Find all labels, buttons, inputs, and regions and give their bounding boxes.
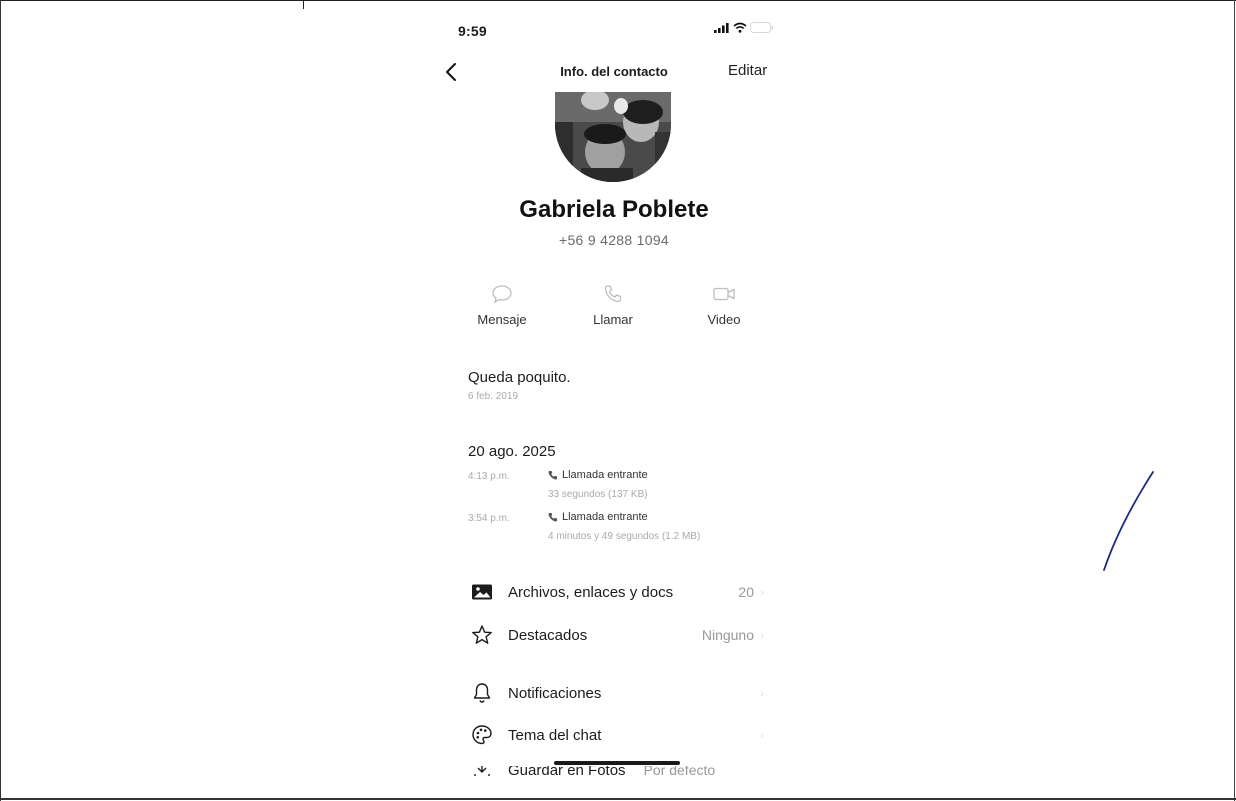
video-camera-icon [713, 287, 735, 301]
incoming-call-icon [548, 513, 557, 522]
call-type: Llamada entrante [548, 469, 648, 481]
row-label: Notificaciones [508, 684, 602, 702]
about-status[interactable]: Queda poquito. [468, 369, 571, 386]
row-chat-theme[interactable]: Tema del chat › [468, 723, 768, 747]
call-detail: 33 segundos (137 KB) [548, 489, 648, 500]
chevron-right-icon: › [760, 628, 764, 642]
scan-frame-left [0, 0, 1, 801]
chevron-right-icon: › [760, 585, 764, 599]
contact-phone: +56 9 4288 1094 [559, 232, 669, 248]
avatar[interactable] [555, 92, 671, 182]
video-button[interactable]: Video [684, 284, 764, 327]
signal-icon [714, 22, 729, 33]
chat-bubble-icon [492, 285, 512, 304]
call-button[interactable]: Llamar [573, 284, 653, 327]
pen-mark [1103, 471, 1154, 571]
call-time: 3:54 p.m. [468, 513, 510, 524]
chevron-right-icon: › [760, 686, 764, 700]
incoming-call-icon [548, 471, 557, 480]
row-label: Guardar en Fotos [508, 766, 626, 776]
row-value: 20 [738, 584, 754, 600]
chevron-right-icon: › [760, 728, 764, 742]
scan-frame-divider [303, 0, 304, 9]
row-save-to-photos[interactable]: Guardar en Fotos Por defecto [468, 766, 768, 776]
contact-name: Gabriela Poblete [519, 196, 709, 223]
scan-frame-right [1234, 0, 1235, 801]
message-button[interactable]: Mensaje [462, 284, 542, 327]
call-label: Llamar [593, 312, 633, 327]
row-starred[interactable]: Destacados Ninguno › [468, 623, 768, 647]
avatar-photo [555, 92, 671, 182]
edit-button[interactable]: Editar [728, 62, 767, 79]
row-value: Por defecto [643, 766, 716, 776]
calls-date: 20 ago. 2025 [468, 443, 556, 460]
status-icons [714, 22, 774, 33]
home-indicator[interactable] [554, 761, 680, 765]
row-label: Tema del chat [508, 726, 602, 744]
row-label: Destacados [508, 626, 588, 644]
photo-icon [470, 580, 494, 604]
wifi-icon [733, 22, 747, 33]
row-notifications[interactable]: Notificaciones › [468, 681, 768, 705]
bell-icon [470, 681, 494, 705]
battery-icon [750, 22, 773, 33]
phone-icon [604, 285, 622, 303]
call-type-label: Llamada entrante [562, 511, 648, 523]
video-label: Video [707, 312, 741, 327]
phone-screen: 9:59 Info. del contacto Editar Gabriela … [438, 0, 790, 801]
call-type: Llamada entrante [548, 511, 648, 523]
download-icon [470, 766, 494, 776]
call-detail: 4 minutos y 49 segundos (1.2 MB) [548, 531, 701, 542]
row-media-links-docs[interactable]: Archivos, enlaces y docs 20 › [468, 580, 768, 604]
status-time: 9:59 [458, 23, 487, 39]
star-icon [470, 623, 494, 647]
row-label: Archivos, enlaces y docs [508, 583, 674, 601]
call-type-label: Llamada entrante [562, 469, 648, 481]
palette-icon [470, 723, 494, 747]
row-value: Ninguno [701, 627, 754, 643]
call-time: 4:13 p.m. [468, 471, 510, 482]
message-label: Mensaje [477, 312, 527, 327]
about-date: 6 feb. 2019 [468, 391, 519, 402]
